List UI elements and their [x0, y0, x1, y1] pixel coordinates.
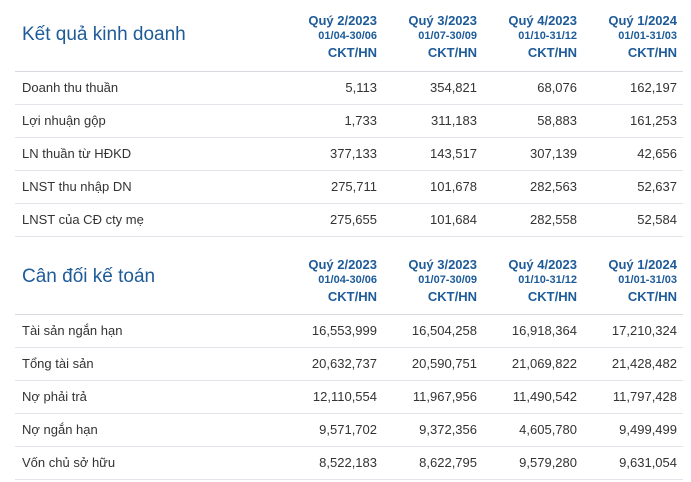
row-value: 4,605,780 [483, 413, 583, 447]
business-results-header: Kết quả kinh doanh Quý 2/2023 01/04-30/06 C… [15, 0, 683, 72]
row-value: 5,113 [280, 71, 383, 105]
quarter-date-range: 01/10-31/12 [518, 273, 577, 286]
report-type: CKT/HN [627, 45, 677, 60]
row-value: 58,883 [483, 104, 583, 138]
table-row: Nợ ngắn hạn 9,571,702 9,372,356 4,605,780 9,… [15, 413, 683, 447]
table-row: Tổng tài sản 20,632,737 20,590,751 21,069,8… [15, 347, 683, 381]
row-value: 42,656 [583, 137, 683, 171]
quarter-date-range: 01/01-31/03 [618, 273, 677, 286]
row-value: 17,210,324 [583, 314, 683, 348]
business-results-title: Kết quả kinh doanh [15, 0, 280, 72]
report-type: CKT/HN [327, 45, 377, 60]
row-value: 21,428,482 [583, 347, 683, 381]
report-type: CKT/HN [527, 288, 577, 304]
financial-table: Kết quả kinh doanh Quý 2/2023 01/04-30/06 C… [15, 0, 683, 480]
quarter-date-range: 01/07-30/09 [418, 273, 477, 286]
row-value: 11,967,956 [383, 380, 483, 414]
row-label: LN thuần từ HĐKD [15, 137, 280, 171]
row-value: 311,183 [383, 104, 483, 138]
balance-sheet-header: Cân đối kế toán Quý 2/2023 01/04-30/06 CKT/… [15, 236, 683, 315]
row-label: Tổng tài sản [15, 347, 280, 381]
table-row: Nợ phải trả 12,110,554 11,967,956 11,490,54… [15, 380, 683, 414]
row-label: Tài sản ngắn hạn [15, 314, 280, 348]
table-row: Doanh thu thuần 5,113 354,821 68,076 162,197 [15, 71, 683, 105]
row-value: 354,821 [383, 71, 483, 105]
quarter-header: Quý 4/2023 01/10-31/12 CKT/HN [483, 0, 583, 72]
row-value: 52,584 [583, 203, 683, 237]
row-value: 11,797,428 [583, 380, 683, 414]
row-value: 20,590,751 [383, 347, 483, 381]
table-row: Tài sản ngắn hạn 16,553,999 16,504,258 16,9… [15, 314, 683, 348]
balance-sheet-title: Cân đối kế toán [15, 236, 280, 315]
row-label: Nợ phải trả [15, 380, 280, 414]
quarter-label: Quý 1/2024 [608, 13, 677, 28]
row-value: 16,504,258 [383, 314, 483, 348]
quarter-header: Quý 4/2023 01/10-31/12 CKT/HN [483, 236, 583, 315]
row-value: 275,655 [280, 203, 383, 237]
row-value: 11,490,542 [483, 380, 583, 414]
row-value: 282,563 [483, 170, 583, 204]
quarter-label: Quý 4/2023 [508, 256, 577, 272]
row-value: 9,372,356 [383, 413, 483, 447]
quarter-date-range: 01/07-30/09 [418, 30, 477, 42]
quarter-label: Quý 2/2023 [308, 13, 377, 28]
row-value: 16,918,364 [483, 314, 583, 348]
report-type: CKT/HN [427, 45, 477, 60]
quarter-date-range: 01/01-31/03 [618, 30, 677, 42]
row-label: Vốn chủ sở hữu [15, 446, 280, 480]
row-value: 282,558 [483, 203, 583, 237]
row-label: Nợ ngắn hạn [15, 413, 280, 447]
row-value: 16,553,999 [280, 314, 383, 348]
quarter-label: Quý 4/2023 [508, 13, 577, 28]
quarter-date-range: 01/04-30/06 [318, 273, 377, 286]
row-value: 21,069,822 [483, 347, 583, 381]
row-value: 12,110,554 [280, 380, 383, 414]
row-value: 377,133 [280, 137, 383, 171]
report-type: CKT/HN [627, 288, 677, 304]
quarter-label: Quý 3/2023 [408, 13, 477, 28]
row-value: 52,637 [583, 170, 683, 204]
row-value: 162,197 [583, 71, 683, 105]
row-value: 307,139 [483, 137, 583, 171]
quarter-label: Quý 2/2023 [308, 256, 377, 272]
quarter-header: Quý 1/2024 01/01-31/03 CKT/HN [583, 0, 683, 72]
row-value: 275,711 [280, 170, 383, 204]
report-type: CKT/HN [327, 288, 377, 304]
row-value: 1,733 [280, 104, 383, 138]
table-row: LNST của CĐ cty mẹ 275,655 101,684 282,558 5… [15, 203, 683, 237]
row-value: 9,631,054 [583, 446, 683, 480]
quarter-date-range: 01/10-31/12 [518, 30, 577, 42]
financial-summary: Kết quả kinh doanh Quý 2/2023 01/04-30/06 C… [0, 0, 691, 482]
row-value: 8,622,795 [383, 446, 483, 480]
row-value: 9,571,702 [280, 413, 383, 447]
row-value: 68,076 [483, 71, 583, 105]
quarter-date-range: 01/04-30/06 [318, 30, 377, 42]
row-value: 9,579,280 [483, 446, 583, 480]
row-label: Lợi nhuận gộp [15, 104, 280, 138]
quarter-header: Quý 3/2023 01/07-30/09 CKT/HN [383, 236, 483, 315]
row-value: 161,253 [583, 104, 683, 138]
quarter-header: Quý 1/2024 01/01-31/03 CKT/HN [583, 236, 683, 315]
row-value: 101,684 [383, 203, 483, 237]
quarter-label: Quý 1/2024 [608, 256, 677, 272]
quarter-header: Quý 2/2023 01/04-30/06 CKT/HN [280, 0, 383, 72]
quarter-header: Quý 2/2023 01/04-30/06 CKT/HN [280, 236, 383, 315]
row-value: 20,632,737 [280, 347, 383, 381]
table-row: LN thuần từ HĐKD 377,133 143,517 307,139 42,… [15, 137, 683, 171]
row-label: LNST của CĐ cty mẹ [15, 203, 280, 237]
table-row: Vốn chủ sở hữu 8,522,183 8,622,795 9,579,28… [15, 446, 683, 480]
row-value: 101,678 [383, 170, 483, 204]
financial-table-body: Kết quả kinh doanh Quý 2/2023 01/04-30/06 C… [15, 0, 683, 480]
row-value: 8,522,183 [280, 446, 383, 480]
row-label: LNST thu nhập DN [15, 170, 280, 204]
quarter-label: Quý 3/2023 [408, 256, 477, 272]
row-value: 143,517 [383, 137, 483, 171]
table-row: LNST thu nhập DN 275,711 101,678 282,563 52,… [15, 170, 683, 204]
quarter-header: Quý 3/2023 01/07-30/09 CKT/HN [383, 0, 483, 72]
report-type: CKT/HN [527, 45, 577, 60]
report-type: CKT/HN [427, 288, 477, 304]
table-row: Lợi nhuận gộp 1,733 311,183 58,883 161,253 [15, 104, 683, 138]
row-value: 9,499,499 [583, 413, 683, 447]
row-label: Doanh thu thuần [15, 71, 280, 105]
